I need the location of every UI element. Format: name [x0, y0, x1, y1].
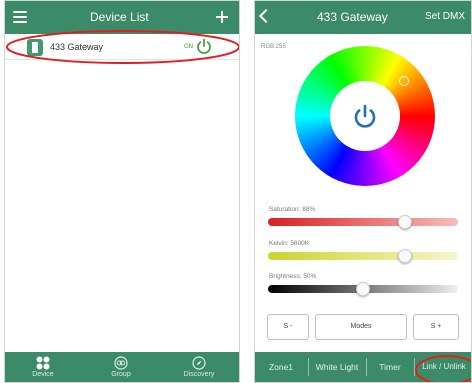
gateway-icon	[27, 39, 43, 56]
device-item-433-gateway[interactable]: 433 Gateway ON	[5, 34, 239, 60]
tab-label: Group	[111, 371, 131, 378]
s-minus-button[interactable]: S -	[267, 314, 309, 340]
brightness-label: Brightness: 50%	[269, 273, 317, 280]
modes-button[interactable]: Modes	[315, 314, 407, 340]
color-wheel[interactable]	[295, 46, 435, 186]
tab-device[interactable]: Device	[7, 352, 79, 382]
tab-label: Discovery	[183, 371, 215, 378]
device-list-screen: Device List 433 Gateway ON Device Group …	[4, 0, 240, 383]
tab-white-light[interactable]: White Light	[309, 352, 365, 382]
tab-label: Device	[32, 371, 54, 378]
compass-icon	[192, 356, 206, 370]
set-dmx-button[interactable]: Set DMX	[425, 11, 465, 22]
saturation-slider-thumb[interactable]	[397, 215, 412, 229]
power-icon[interactable]	[196, 38, 212, 54]
rgb-value: RGB:255	[261, 44, 286, 50]
color-wheel-selector[interactable]	[399, 76, 409, 86]
group-icon	[114, 356, 128, 370]
add-icon[interactable]	[215, 10, 229, 24]
kelvin-label: Kelvin: 5600K	[269, 240, 310, 247]
tab-timer[interactable]: Timer	[367, 352, 413, 382]
menu-icon[interactable]	[13, 11, 27, 23]
bottom-tab-bar: Device Group Discovery	[5, 352, 239, 382]
page-title: 433 Gateway	[317, 10, 388, 24]
page-title: Device List	[90, 10, 149, 24]
gateway-header: 433 Gateway Set DMX	[255, 1, 471, 34]
device-status: ON	[184, 44, 193, 50]
tab-zone1[interactable]: Zone1	[255, 352, 307, 382]
gateway-control-screen: 433 Gateway Set DMX RGB:255 Saturation: …	[254, 0, 472, 383]
grid-icon	[36, 356, 50, 370]
tab-discovery[interactable]: Discovery	[163, 352, 235, 382]
device-list-header: Device List	[5, 1, 239, 34]
saturation-slider[interactable]	[268, 218, 458, 226]
back-icon[interactable]	[258, 8, 274, 24]
tab-link-unlink[interactable]: Link / Unlink	[415, 352, 471, 382]
power-icon[interactable]	[352, 103, 378, 129]
brightness-slider-thumb[interactable]	[356, 282, 370, 296]
s-plus-button[interactable]: S +	[413, 314, 459, 340]
kelvin-slider[interactable]	[268, 252, 458, 260]
saturation-label: Saturation: 88%	[269, 206, 316, 213]
kelvin-slider-thumb[interactable]	[397, 249, 412, 263]
tab-group[interactable]: Group	[85, 352, 157, 382]
device-name: 433 Gateway	[50, 42, 104, 52]
bottom-tab-bar: Zone1 White Light Timer Link / Unlink	[255, 352, 471, 382]
